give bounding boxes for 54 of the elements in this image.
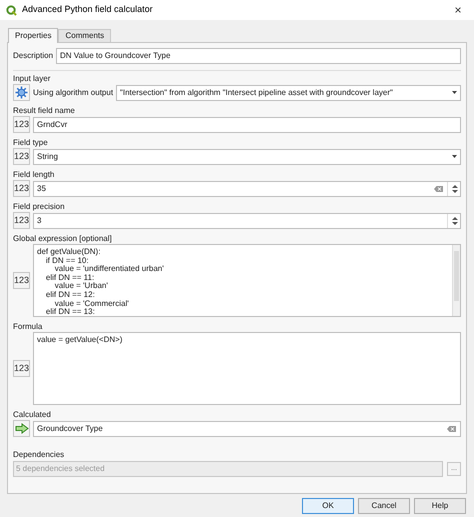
field-label: Field precision <box>13 202 66 212</box>
code-line: value = 'Commercial' <box>54 300 130 308</box>
tab[interactable]: Properties <box>8 28 58 43</box>
gear-icon-button[interactable] <box>13 84 30 101</box>
description-field[interactable]: DN Value to Groundcover Type <box>56 48 461 64</box>
scrollbar[interactable] <box>452 245 460 316</box>
code-line: value = 'Urban' <box>54 282 109 291</box>
dropdown[interactable]: String <box>33 148 461 164</box>
dialog-button[interactable]: OK <box>302 498 354 514</box>
dialog-button[interactable]: Help <box>414 498 466 514</box>
field-label: Formula <box>13 322 44 332</box>
data-defined-button[interactable]: 123 <box>13 360 30 377</box>
field-label: Field type <box>13 138 49 148</box>
code-line: elif DN == 12: <box>44 290 96 300</box>
data-defined-button[interactable]: 123 <box>13 148 30 165</box>
code-line: elif DN == 11: <box>44 274 96 282</box>
code-line: value = 'undifferentiated urban' <box>54 265 165 274</box>
field-label: Result field name <box>13 106 76 116</box>
field-label: Input layer <box>13 74 52 84</box>
right-arrow-icon <box>14 423 28 434</box>
field-label: Field length <box>13 170 56 180</box>
code-line: elif DN == 13: <box>44 308 96 316</box>
dropdown[interactable]: "Intersection" from algorithm "Intersect pipeline asset with groundcover layer" <box>116 84 461 100</box>
arrow-icon-button[interactable] <box>13 420 30 437</box>
data-defined-button[interactable]: 123 <box>13 116 30 133</box>
field-label: Dependencies <box>13 450 66 460</box>
data-defined-button[interactable]: 123 <box>13 180 30 197</box>
window-title: Advanced Python field calculator <box>22 3 153 16</box>
clear-icon[interactable] <box>447 426 456 432</box>
code-line: value = getValue(<DN>) <box>37 336 124 345</box>
data-defined-button[interactable]: 123 <box>13 272 30 289</box>
spin-box[interactable]: 3 <box>33 212 461 228</box>
field-label: Calculated <box>13 410 52 420</box>
app-logo-icon <box>6 4 17 16</box>
spin-box[interactable]: 35 <box>33 180 461 196</box>
spin-arrows-icon[interactable] <box>452 216 458 226</box>
field-label: Global expression [optional] <box>13 234 113 244</box>
close-button[interactable]: × <box>448 4 468 16</box>
dialog-button[interactable]: Cancel <box>358 498 410 514</box>
spin-arrows-icon[interactable] <box>452 184 458 194</box>
caret-icon <box>452 91 457 94</box>
clear-icon[interactable] <box>434 186 443 192</box>
field-label: Using algorithm output <box>33 86 114 98</box>
input-field[interactable]: GrndCvr <box>33 116 461 132</box>
code-line: if DN == 10: <box>44 256 89 265</box>
tab[interactable]: Comments <box>58 29 112 42</box>
gear-icon <box>15 86 28 99</box>
field-label: Description <box>13 50 54 62</box>
input-field[interactable]: Groundcover Type <box>33 420 461 436</box>
code-editor[interactable]: value = getValue(<DN>) <box>33 332 461 405</box>
data-defined-button[interactable]: 123 <box>13 212 30 229</box>
code-editor[interactable]: def getValue(DN): if DN == 10: value = 'undifferentiated urban' elif DN == 11: value = 'Urban' elif DN == 12: value = 'Commercial' elif DN == 13: <box>33 244 461 317</box>
caret-icon <box>452 155 457 158</box>
code-line: def getValue(DN): <box>37 248 102 257</box>
